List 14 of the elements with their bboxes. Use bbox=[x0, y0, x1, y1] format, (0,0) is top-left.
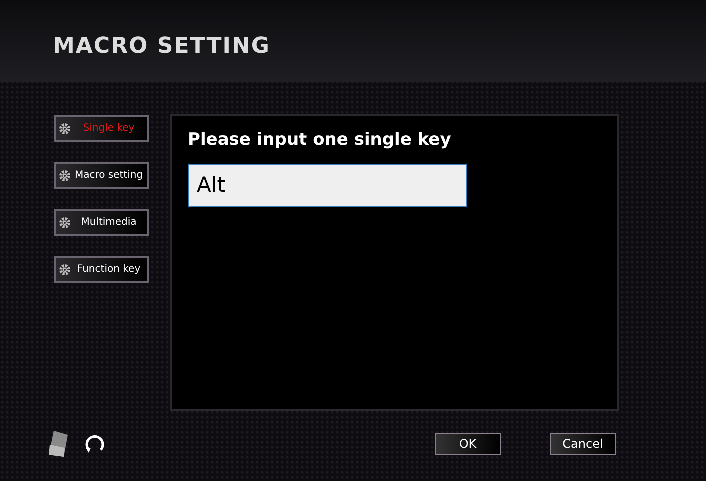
sidebar-button[interactable]: Function key bbox=[54, 256, 149, 283]
gear-icon bbox=[59, 264, 71, 276]
sidebar-button[interactable]: Multimedia bbox=[54, 209, 149, 236]
sidebar-button[interactable]: Macro setting bbox=[54, 162, 149, 189]
ok-button[interactable]: OK bbox=[435, 433, 501, 455]
cancel-button[interactable]: Cancel bbox=[550, 433, 616, 455]
key-input-field[interactable]: Alt bbox=[188, 164, 467, 206]
gear-icon bbox=[59, 216, 71, 228]
gear-icon bbox=[59, 170, 71, 182]
window-title: MACRO SETTING bbox=[53, 34, 272, 60]
sidebar-button[interactable]: Single key bbox=[54, 115, 149, 142]
refresh-icon[interactable] bbox=[84, 433, 106, 455]
gear-icon bbox=[59, 122, 71, 134]
panel-heading: Please input one single key bbox=[188, 129, 452, 152]
